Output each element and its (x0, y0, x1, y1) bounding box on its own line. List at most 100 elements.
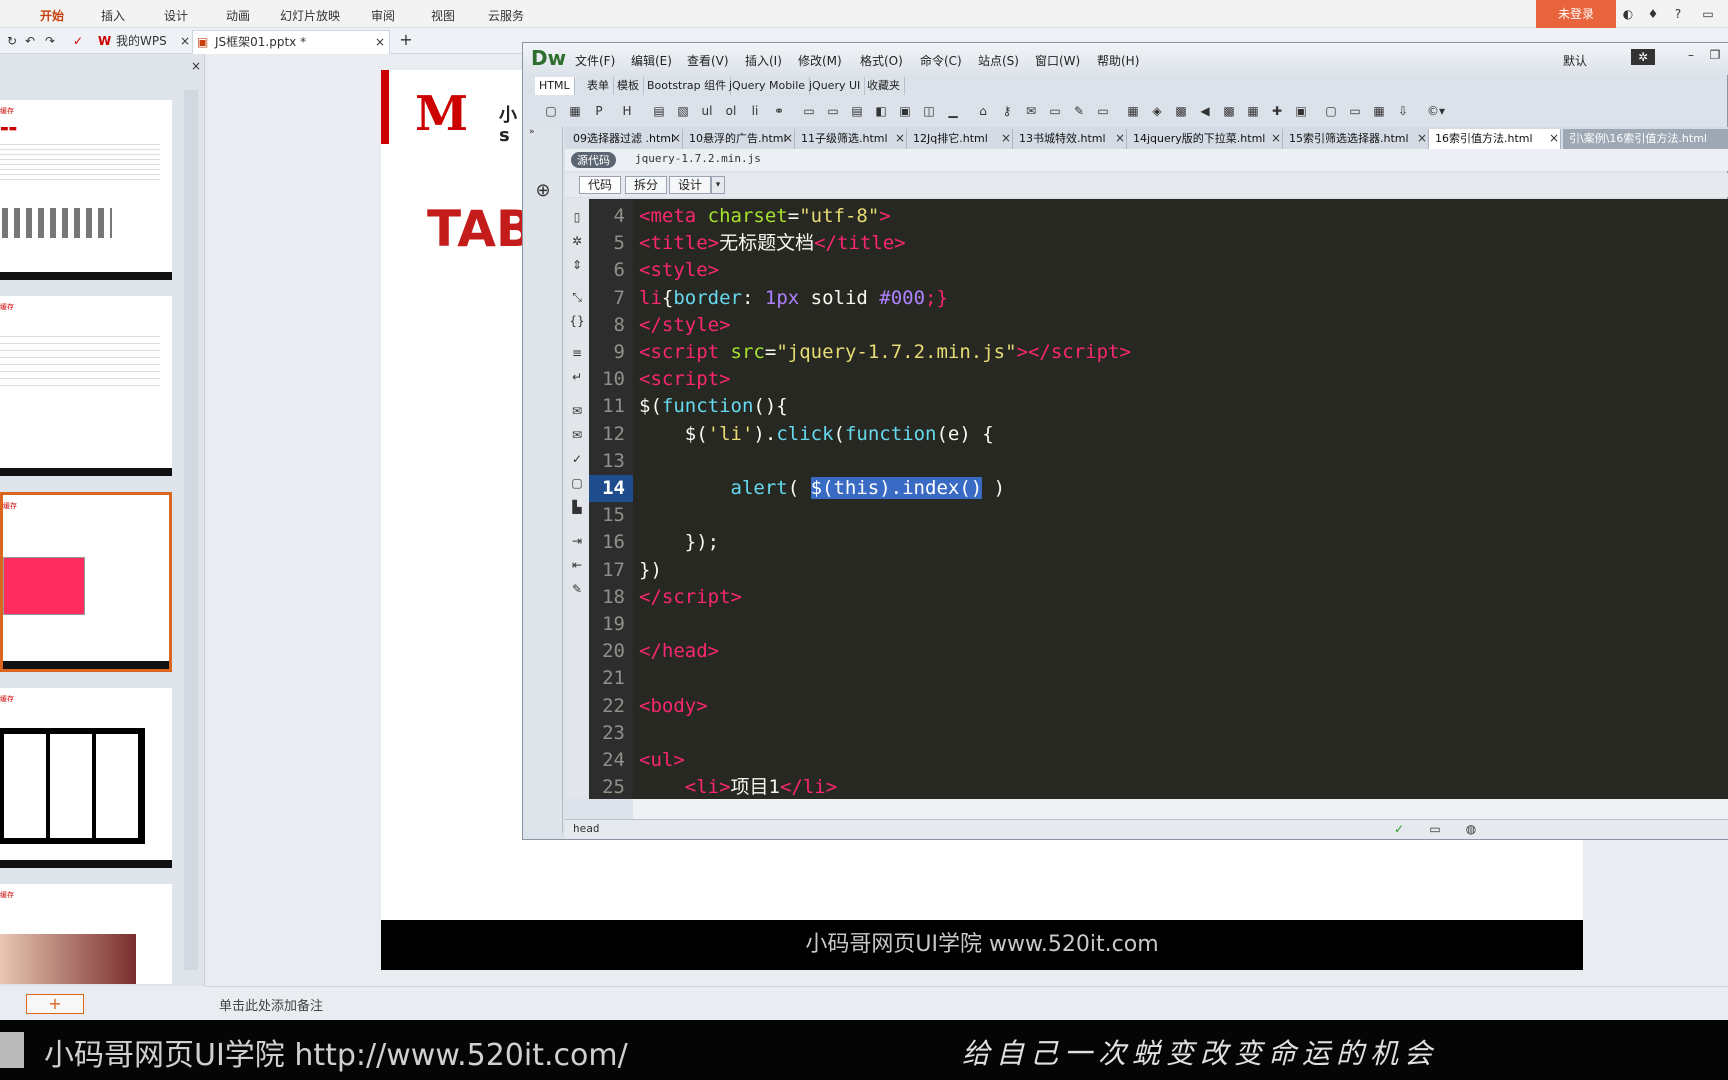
remove-comment-icon[interactable]: ✉ (569, 427, 585, 443)
video-icon[interactable]: ▩ (1221, 103, 1237, 119)
file-tab[interactable]: 14jquery版的下拉菜.html (1127, 129, 1283, 149)
new-tab-icon[interactable]: + (398, 32, 414, 48)
thumbnail-scrollbar[interactable] (184, 90, 198, 970)
div-icon[interactable]: ▢ (543, 103, 559, 119)
ol-icon[interactable]: ol (723, 103, 739, 119)
related-file-jquery[interactable]: jquery-1.7.2.min.js (635, 152, 761, 165)
date-icon[interactable]: ▦ (1371, 103, 1387, 119)
slide-thumbnail-selected[interactable]: 缓存 (0, 492, 172, 672)
comment-icon[interactable]: ✉ (569, 403, 585, 419)
restore-icon[interactable]: ❐ (1707, 47, 1723, 63)
preview-icon[interactable]: ◍ (1463, 821, 1479, 837)
section-icon[interactable]: ◫ (921, 103, 937, 119)
split-view-button[interactable]: 拆分 (625, 176, 668, 194)
open-documents-icon[interactable]: ▯ (569, 209, 585, 225)
slide-thumbnail[interactable]: 缓存 (0, 688, 172, 868)
minimize-ribbon-icon[interactable]: ▭ (1700, 6, 1716, 22)
main-icon[interactable]: ▤ (849, 103, 865, 119)
footer-icon[interactable]: ▁ (945, 103, 961, 119)
close-icon[interactable]: × (1115, 131, 1125, 145)
menu-window[interactable]: 窗口(W) (1035, 52, 1080, 69)
skin-icon[interactable]: ◐ (1620, 6, 1636, 22)
undo-icon[interactable]: ↶ (22, 33, 38, 49)
picture-icon[interactable]: ▧ (675, 103, 691, 119)
close-panel-icon[interactable]: × (188, 58, 204, 74)
ribbon-tab-slideshow[interactable]: 幻灯片放映 (280, 7, 340, 24)
file-tab[interactable]: 12Jq排它.html (907, 129, 1013, 149)
select-parent-icon[interactable]: ⤡ (569, 289, 585, 305)
ribbon-tab-review[interactable]: 审阅 (371, 7, 395, 24)
word-wrap-icon[interactable]: ↵ (569, 369, 585, 385)
workspace-switcher[interactable]: 默认 (1563, 52, 1587, 69)
ribbon-tab-animation[interactable]: 动画 (226, 7, 250, 24)
menu-site[interactable]: 站点(S) (978, 52, 1019, 69)
key-icon[interactable]: ⚷ (999, 103, 1015, 119)
insert-tab-jquery-mobile[interactable]: jQuery Mobile (725, 77, 811, 95)
media-icon[interactable]: ▦ (1125, 103, 1141, 119)
line-numbers-icon[interactable]: ≡ (569, 345, 585, 361)
ribbon-tab-start[interactable]: 开始 (40, 7, 64, 24)
slide-thumbnail[interactable]: 缓存 (0, 884, 172, 984)
link-icon[interactable]: ⚭ (771, 103, 787, 119)
expand-icon[interactable]: » (529, 127, 559, 139)
menu-command[interactable]: 命令(C) (920, 52, 962, 69)
insert-tab-html[interactable]: HTML (535, 77, 575, 95)
insert-tab-form[interactable]: 表单 (583, 77, 614, 95)
indent-icon[interactable]: ⇥ (569, 533, 585, 549)
close-icon[interactable]: × (895, 131, 905, 145)
balance-braces-icon[interactable]: {} (569, 313, 585, 329)
close-icon[interactable]: × (1417, 131, 1427, 145)
notes-bar[interactable]: 单击此处添加备注 (205, 986, 1728, 1020)
close-icon[interactable]: × (671, 131, 681, 145)
close-icon[interactable]: × (375, 31, 385, 53)
tab-pptx-file[interactable]: ▣ JS框架01.pptx * × (192, 30, 390, 54)
file-tab[interactable]: 13书城特效.html (1013, 129, 1127, 149)
iframe-icon[interactable]: ▦ (1245, 103, 1261, 119)
file-tab-active[interactable]: 16索引值方法.html (1429, 129, 1561, 149)
li-icon[interactable]: li (747, 103, 763, 119)
hr-icon[interactable]: ▭ (1347, 103, 1363, 119)
view-dropdown-icon[interactable]: ▾ (711, 176, 725, 194)
slide-thumbnail[interactable]: 缓存 ▬▬ (0, 100, 172, 280)
add-slide-button[interactable]: + (26, 994, 84, 1014)
minimize-icon[interactable]: – (1683, 47, 1699, 63)
check-icon[interactable]: ✓ (70, 33, 86, 49)
collapse-icon[interactable]: ✲ (569, 233, 585, 249)
tab-my-wps[interactable]: W 我的WPS × (94, 30, 190, 54)
plugin-icon[interactable]: ▩ (1173, 103, 1189, 119)
shirt-icon[interactable]: ♦ (1645, 6, 1661, 22)
close-icon[interactable]: × (1271, 131, 1281, 145)
screen-size-icon[interactable]: ▭ (1423, 821, 1447, 837)
refresh-icon[interactable]: ↻ (4, 33, 20, 49)
copyright-icon[interactable]: ©▾ (1423, 103, 1449, 119)
menu-file[interactable]: 文件(F) (575, 52, 615, 69)
template-icon[interactable]: ▢ (1323, 103, 1339, 119)
wrap-tag-icon[interactable]: ✓ (569, 451, 585, 467)
ribbon-tab-design[interactable]: 设计 (164, 7, 188, 24)
file-tab[interactable]: 11子级筛选.html (795, 129, 907, 149)
expand-all-icon[interactable]: ⇕ (569, 257, 585, 273)
move-css-icon[interactable]: ▙ (569, 499, 585, 515)
design-view-button[interactable]: 设计 (669, 176, 712, 194)
tag-selector[interactable]: head (573, 822, 600, 835)
outdent-icon[interactable]: ⇤ (569, 557, 585, 573)
ribbon-tab-view[interactable]: 视图 (431, 7, 455, 24)
tag-icon[interactable]: ⌂ (975, 103, 991, 119)
file-tab[interactable]: 10悬浮的广告.html (683, 129, 795, 149)
menu-format[interactable]: 格式(O) (860, 52, 903, 69)
audio-icon[interactable]: ◀ (1197, 103, 1213, 119)
header-icon[interactable]: ▭ (801, 103, 817, 119)
menu-modify[interactable]: 修改(M) (798, 52, 842, 69)
heading-icon[interactable]: H (619, 103, 635, 119)
file-tab[interactable]: 09选择器过滤 .html (567, 129, 683, 149)
hyperlink-icon[interactable]: ▭ (1095, 103, 1111, 119)
code-editor[interactable]: <meta charset="utf-8"> <title>无标题文档</titl… (633, 199, 1728, 799)
redo-icon[interactable]: ↷ (42, 33, 58, 49)
horizontal-scrollbar[interactable] (633, 799, 1728, 819)
file-tab[interactable]: 15索引筛选选择器.html (1283, 129, 1429, 149)
paragraph-icon[interactable]: P (591, 103, 607, 119)
close-icon[interactable]: × (1549, 131, 1559, 145)
help-icon[interactable]: ? (1670, 6, 1686, 22)
close-icon[interactable]: × (1001, 131, 1011, 145)
menu-edit[interactable]: 编辑(E) (631, 52, 672, 69)
